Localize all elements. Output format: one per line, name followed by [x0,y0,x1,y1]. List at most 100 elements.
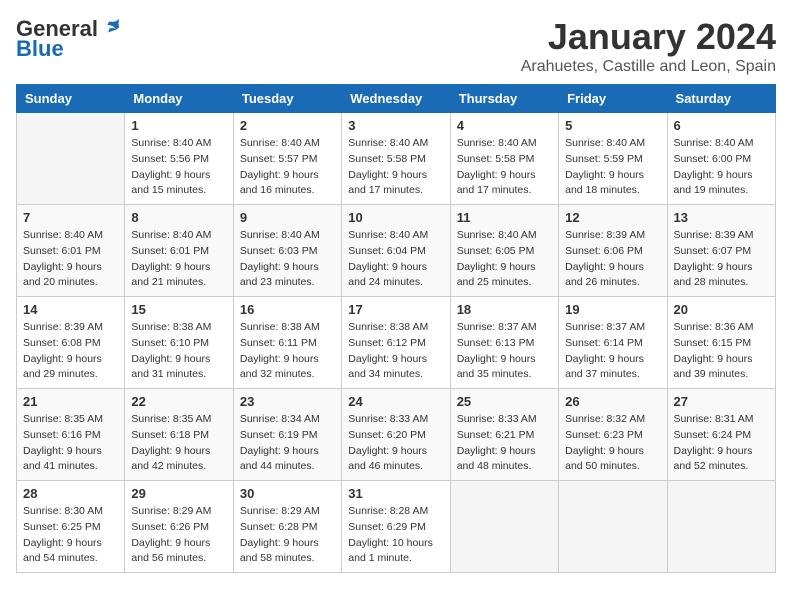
location-subtitle: Arahuetes, Castille and Leon, Spain [521,58,776,76]
table-row: 29 Sunrise: 8:29 AMSunset: 6:26 PMDayligh… [125,481,233,573]
table-row: 14 Sunrise: 8:39 AMSunset: 6:08 PMDayligh… [17,297,125,389]
day-info: Sunrise: 8:29 AMSunset: 6:28 PMDaylight:… [240,504,335,567]
calendar-table: Sunday Monday Tuesday Wednesday Thursday… [16,84,776,573]
day-number: 16 [240,302,335,317]
day-info: Sunrise: 8:39 AMSunset: 6:08 PMDaylight:… [23,320,118,383]
table-row: 22Sunrise: 8:35 AMSunset: 6:18 PMDayligh… [125,389,233,481]
day-number: 25 [457,394,552,409]
day-info: Sunrise: 8:40 AMSunset: 5:58 PMDaylight:… [457,136,552,199]
table-row: 12 Sunrise: 8:39 AMSunset: 6:06 PMDayligh… [559,205,667,297]
day-number: 7 [23,210,118,225]
day-info: Sunrise: 8:37 AMSunset: 6:13 PMDaylight:… [457,320,552,383]
day-info: Sunrise: 8:33 AMSunset: 6:20 PMDaylight:… [348,412,443,475]
table-row: 10 Sunrise: 8:40 AMSunset: 6:04 PMDayligh… [342,205,450,297]
day-info: Sunrise: 8:40 AMSunset: 6:05 PMDaylight:… [457,228,552,291]
day-info: Sunrise: 8:40 AMSunset: 5:57 PMDaylight:… [240,136,335,199]
table-row: 17Sunrise: 8:38 AMSunset: 6:12 PMDayligh… [342,297,450,389]
day-number: 23 [240,394,335,409]
day-number: 10 [348,210,443,225]
table-row: 6 Sunrise: 8:40 AMSunset: 6:00 PMDaylight… [667,113,775,205]
table-row: 16 Sunrise: 8:38 AMSunset: 6:11 PMDayligh… [233,297,341,389]
day-number: 11 [457,210,552,225]
day-info: Sunrise: 8:38 AMSunset: 6:10 PMDaylight:… [131,320,226,383]
col-friday: Friday [559,85,667,113]
day-info: Sunrise: 8:40 AMSunset: 5:58 PMDaylight:… [348,136,443,199]
col-monday: Monday [125,85,233,113]
day-number: 4 [457,118,552,133]
table-row: 26 Sunrise: 8:32 AMSunset: 6:23 PMDayligh… [559,389,667,481]
day-info: Sunrise: 8:29 AMSunset: 6:26 PMDaylight:… [131,504,226,567]
day-number: 19 [565,302,660,317]
day-info: Sunrise: 8:40 AMSunset: 6:01 PMDaylight:… [131,228,226,291]
day-number: 6 [674,118,769,133]
table-row: 24 Sunrise: 8:33 AMSunset: 6:20 PMDayligh… [342,389,450,481]
table-row: 4 Sunrise: 8:40 AMSunset: 5:58 PMDaylight… [450,113,558,205]
table-row: 13Sunrise: 8:39 AMSunset: 6:07 PMDayligh… [667,205,775,297]
col-tuesday: Tuesday [233,85,341,113]
table-row: 25 Sunrise: 8:33 AMSunset: 6:21 PMDayligh… [450,389,558,481]
day-number: 30 [240,486,335,501]
table-row: 23 Sunrise: 8:34 AMSunset: 6:19 PMDayligh… [233,389,341,481]
table-row: 9 Sunrise: 8:40 AMSunset: 6:03 PMDaylight… [233,205,341,297]
day-info: Sunrise: 8:40 AMSunset: 6:03 PMDaylight:… [240,228,335,291]
day-info: Sunrise: 8:28 AMSunset: 6:29 PMDaylight:… [348,504,443,567]
day-number: 2 [240,118,335,133]
day-number: 26 [565,394,660,409]
logo-bird-icon [100,16,122,38]
day-number: 3 [348,118,443,133]
table-row: 18Sunrise: 8:37 AMSunset: 6:13 PMDayligh… [450,297,558,389]
table-row: 27 Sunrise: 8:31 AMSunset: 6:24 PMDayligh… [667,389,775,481]
day-info: Sunrise: 8:36 AMSunset: 6:15 PMDaylight:… [674,320,769,383]
table-row: 8 Sunrise: 8:40 AMSunset: 6:01 PMDaylight… [125,205,233,297]
table-row: 1 Sunrise: 8:40 AMSunset: 5:56 PMDaylight… [125,113,233,205]
table-row: 31 Sunrise: 8:28 AMSunset: 6:29 PMDayligh… [342,481,450,573]
table-row: 30 Sunrise: 8:29 AMSunset: 6:28 PMDayligh… [233,481,341,573]
table-row: 11 Sunrise: 8:40 AMSunset: 6:05 PMDayligh… [450,205,558,297]
day-number: 17 [348,302,443,317]
day-number: 28 [23,486,118,501]
table-row: 2 Sunrise: 8:40 AMSunset: 5:57 PMDaylight… [233,113,341,205]
table-row: 5 Sunrise: 8:40 AMSunset: 5:59 PMDaylight… [559,113,667,205]
table-row [667,481,775,573]
day-info: Sunrise: 8:40 AMSunset: 5:56 PMDaylight:… [131,136,226,199]
day-info: Sunrise: 8:39 AMSunset: 6:06 PMDaylight:… [565,228,660,291]
day-info: Sunrise: 8:40 AMSunset: 6:01 PMDaylight:… [23,228,118,291]
logo: General Blue [16,16,122,62]
table-row: 28 Sunrise: 8:30 AMSunset: 6:25 PMDayligh… [17,481,125,573]
day-number: 29 [131,486,226,501]
day-number: 1 [131,118,226,133]
table-row: 7 Sunrise: 8:40 AMSunset: 6:01 PMDaylight… [17,205,125,297]
day-info: Sunrise: 8:30 AMSunset: 6:25 PMDaylight:… [23,504,118,567]
day-number: 8 [131,210,226,225]
table-row: 21Sunrise: 8:35 AMSunset: 6:16 PMDayligh… [17,389,125,481]
day-info: Sunrise: 8:38 AMSunset: 6:11 PMDaylight:… [240,320,335,383]
day-info: Sunrise: 8:32 AMSunset: 6:23 PMDaylight:… [565,412,660,475]
day-info: Sunrise: 8:40 AMSunset: 6:04 PMDaylight:… [348,228,443,291]
day-number: 12 [565,210,660,225]
day-info: Sunrise: 8:40 AMSunset: 5:59 PMDaylight:… [565,136,660,199]
col-wednesday: Wednesday [342,85,450,113]
day-info: Sunrise: 8:35 AMSunset: 6:16 PMDaylight:… [23,412,118,475]
table-row [17,113,125,205]
table-row: 20Sunrise: 8:36 AMSunset: 6:15 PMDayligh… [667,297,775,389]
day-number: 31 [348,486,443,501]
day-number: 24 [348,394,443,409]
day-info: Sunrise: 8:33 AMSunset: 6:21 PMDaylight:… [457,412,552,475]
day-number: 9 [240,210,335,225]
day-number: 14 [23,302,118,317]
table-row: 19 Sunrise: 8:37 AMSunset: 6:14 PMDayligh… [559,297,667,389]
day-info: Sunrise: 8:34 AMSunset: 6:19 PMDaylight:… [240,412,335,475]
day-number: 15 [131,302,226,317]
day-info: Sunrise: 8:39 AMSunset: 6:07 PMDaylight:… [674,228,769,291]
logo-blue-text: Blue [16,36,64,62]
day-number: 5 [565,118,660,133]
table-row [559,481,667,573]
day-number: 27 [674,394,769,409]
month-title: January 2024 [521,16,776,58]
day-info: Sunrise: 8:37 AMSunset: 6:14 PMDaylight:… [565,320,660,383]
col-thursday: Thursday [450,85,558,113]
day-info: Sunrise: 8:40 AMSunset: 6:00 PMDaylight:… [674,136,769,199]
title-area: January 2024 Arahuetes, Castille and Leo… [521,16,776,76]
table-row: 15 Sunrise: 8:38 AMSunset: 6:10 PMDayligh… [125,297,233,389]
day-info: Sunrise: 8:31 AMSunset: 6:24 PMDaylight:… [674,412,769,475]
